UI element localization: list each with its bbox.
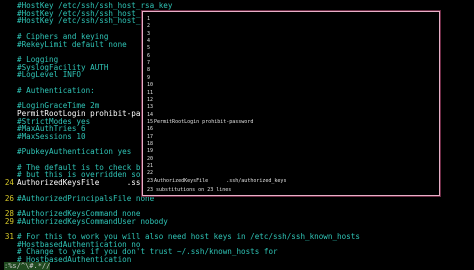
- editor-line: #PubkeyAuthentication yes: [0, 146, 131, 157]
- line-text: #AuthorizedKeysCommandUser nobody: [17, 216, 168, 226]
- command-line[interactable]: :%s/^\#.*//: [0, 262, 474, 270]
- substitution-preview-window[interactable]: 1 2 3 4 5 6 7 8 9 10 11 12 13 14 15PermitRootLogin pro…: [142, 11, 440, 196]
- line-text: # Authentication:: [17, 85, 95, 95]
- preview-line: 23AuthorizedKeysFile .ssh/authorized_key…: [147, 178, 286, 186]
- preview-line-number: 23: [147, 177, 154, 184]
- editor-line: 29 #AuthorizedKeysCommandUser nobody: [0, 216, 168, 227]
- line-text: #LogLevel INFO: [17, 70, 82, 80]
- editor-line: #RekeyLimit default none: [0, 39, 127, 50]
- line-text: # HostbasedAuthentication: [17, 255, 132, 262]
- preview-line-text: AuthorizedKeysFile .ssh/authorized_keys: [154, 177, 287, 184]
- line-text: #AuthorizedPrincipalsFile none: [17, 193, 155, 203]
- editor-line: 26 #AuthorizedPrincipalsFile none: [0, 193, 154, 204]
- line-text: #RekeyLimit default none: [17, 39, 127, 49]
- line-text: #PubkeyAuthentication yes: [17, 147, 132, 157]
- substitution-status: 23 substitutions on 23 lines: [147, 187, 232, 193]
- editor-line: # HostbasedAuthentication: [0, 254, 131, 262]
- preview-line-text: PermitRootLogin prohibit-password: [154, 118, 254, 125]
- line-text: #MaxSessions 10: [17, 131, 86, 141]
- preview-line: 15PermitRootLogin prohibit-password: [147, 119, 253, 127]
- command-input[interactable]: :%s/^\#.*//: [4, 262, 51, 270]
